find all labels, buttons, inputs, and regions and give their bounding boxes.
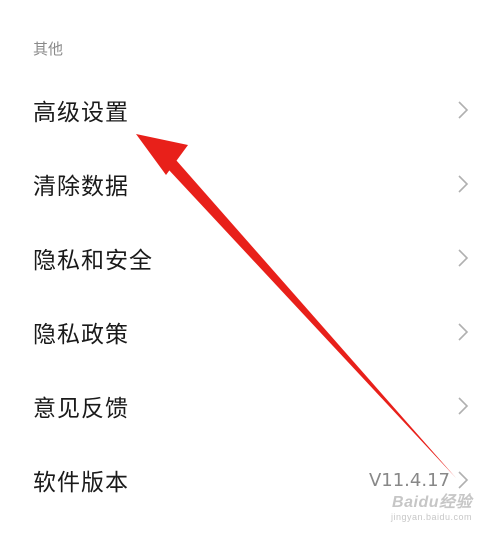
chevron-right-icon — [458, 249, 469, 267]
chevron-right-icon — [458, 471, 469, 489]
menu-item-software-version[interactable]: 软件版本 V11.4.17 — [0, 443, 500, 517]
chevron-right-icon — [458, 323, 469, 341]
menu-item-clear-data[interactable]: 清除数据 — [0, 147, 500, 221]
chevron-right-icon — [458, 175, 469, 193]
chevron-right-icon — [458, 397, 469, 415]
section-header-other: 其他 — [33, 40, 64, 58]
chevron-right-icon — [458, 101, 469, 119]
menu-item-privacy-policy[interactable]: 隐私政策 — [0, 295, 500, 369]
menu-item-label: 高级设置 — [33, 100, 129, 126]
menu-item-feedback[interactable]: 意见反馈 — [0, 369, 500, 443]
menu-item-label: 清除数据 — [33, 174, 129, 200]
version-value: V11.4.17 — [368, 469, 450, 491]
settings-menu: 高级设置 清除数据 隐私和安全 隐私政策 意见反馈 软件版本 V11.4.17 — [0, 73, 500, 517]
menu-item-label: 隐私政策 — [33, 322, 129, 348]
menu-item-advanced-settings[interactable]: 高级设置 — [0, 73, 500, 147]
menu-item-label: 软件版本 — [33, 470, 129, 496]
menu-item-privacy-security[interactable]: 隐私和安全 — [0, 221, 500, 295]
menu-item-label: 隐私和安全 — [33, 248, 153, 274]
menu-item-label: 意见反馈 — [33, 396, 129, 422]
